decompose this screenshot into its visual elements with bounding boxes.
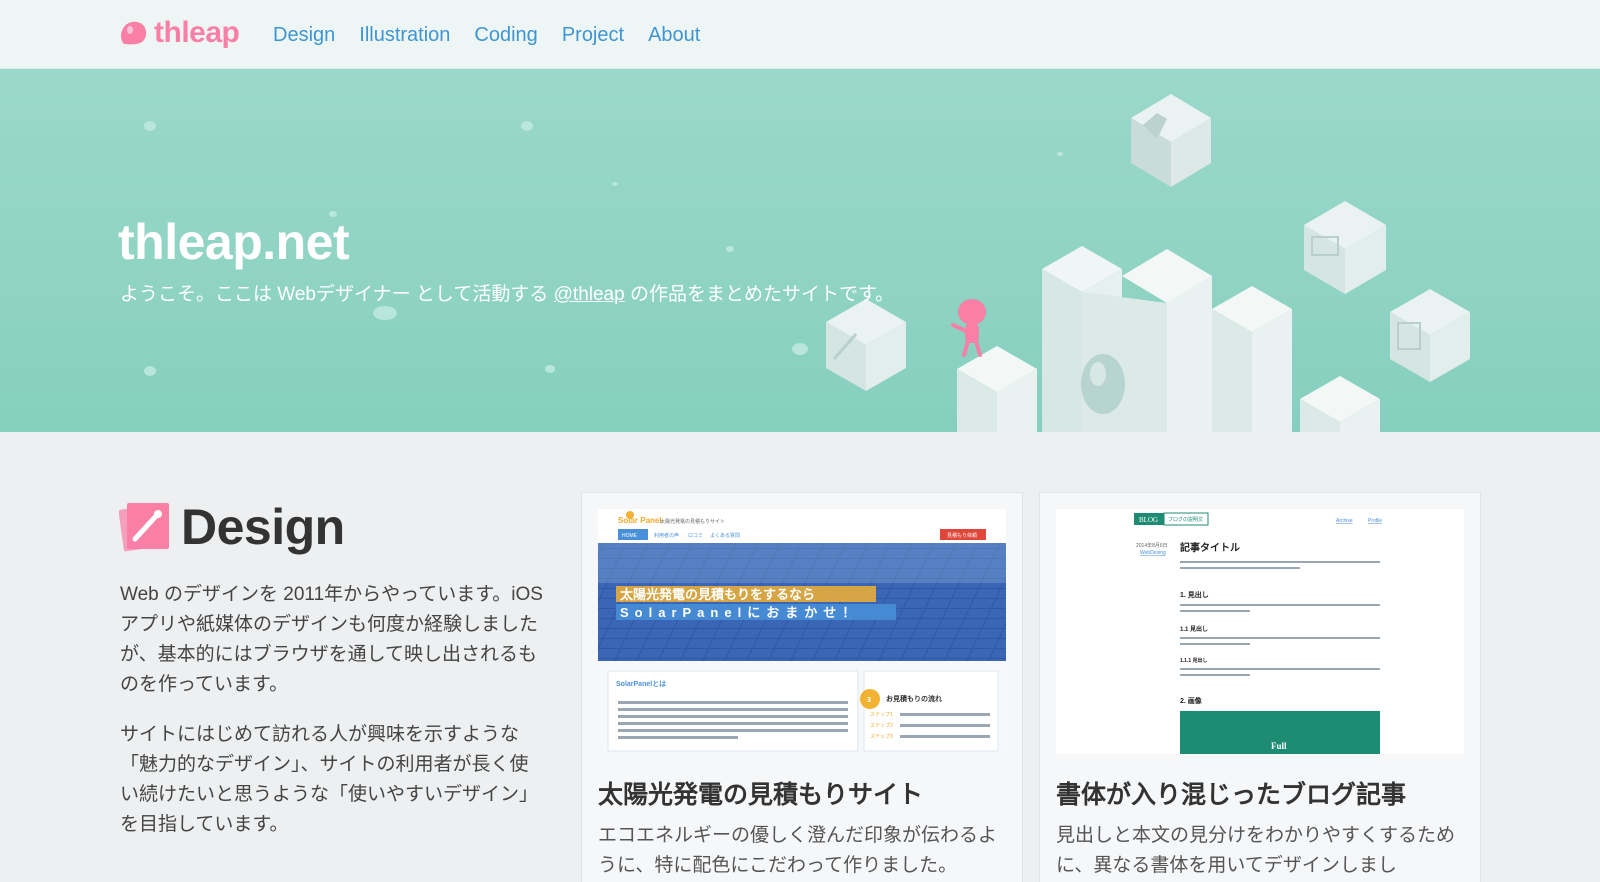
svg-text:1.1 見出し: 1.1 見出し [1180,625,1208,633]
thleap-logo-icon [121,21,147,45]
card-title: 太陽光発電の見積もりサイト [598,781,924,809]
svg-text:よくある質問: よくある質問 [710,532,740,539]
svg-text:BLOG: BLOG [1139,516,1158,524]
svg-text:SolarPanelにおまかせ！: SolarPanelにおまかせ！ [620,605,861,620]
hero-subtitle-text-end: の作品をまとめたサイトです。 [624,284,895,305]
solar-thumbnail-image: Solar Panel 太陽光発電の見積もりサイト HOME 利用者の声 ロコミ… [598,509,1006,754]
card-title: 書体が入り混じったブログ記事 [1056,781,1407,809]
svg-text:ステップ2: ステップ2 [870,723,893,729]
hero-subtitle-text: ようこそ。ここは Webデザイナー として活動する [120,284,554,305]
design-title: Design [181,499,345,555]
work-card-solar[interactable]: Solar Panel 太陽光発電の見積もりサイト HOME 利用者の声 ロコミ… [582,493,1022,882]
svg-text:1.1.1 見出し: 1.1.1 見出し [1180,657,1208,664]
cube-paint [1131,94,1211,187]
card-description: エコエネルギーの優しく澄んだ印象が伝わるように、特に配色にこだわって作りました。 [598,825,998,876]
twitter-handle-link[interactable]: @thleap [554,284,625,305]
nav-coding[interactable]: Coding [474,24,537,47]
svg-text:利用者の声: 利用者の声 [654,532,679,539]
svg-text:HOME: HOME [622,533,638,539]
svg-text:WebDesing: WebDesing [1140,550,1166,556]
hero-subtitle: ようこそ。ここは Webデザイナー として活動する @thleap の作品をまと… [120,279,894,306]
design-paragraph-1: Web のデザインを 2011年からやっています。iOS アプリや紙媒体のデザイ… [120,584,543,695]
solar-site-name: Solar Panel [618,516,662,525]
cube-code [1304,201,1386,294]
cube-pencil [826,299,906,391]
svg-text:太陽光発電の見積もりをするなら: 太陽光発電の見積もりをするなら [619,587,815,602]
svg-text:見積もり依頼: 見積もり依頼 [947,532,977,539]
svg-text:2014年8月6日: 2014年8月6日 [1136,542,1168,549]
design-paragraph-2: サイトにはじめて訪れる人が興味を示すような「魅力的なデザイン」、サイトの利用者が… [120,724,539,835]
svg-text:2. 画像: 2. 画像 [1180,696,1203,705]
solar-thumbnail: Solar Panel 太陽光発電の見積もりサイト HOME 利用者の声 ロコミ… [598,509,1006,754]
nav-about[interactable]: About [648,24,700,47]
hero-banner: thleap.net ようこそ。ここは Webデザイナー として活動する @th… [0,69,1600,432]
svg-text:Archive: Archive [1336,518,1353,524]
main-nav: Design Illustration Coding Project About [273,24,724,47]
svg-text:太陽光発電の見積もりサイト: 太陽光発電の見積もりサイト [660,518,725,525]
svg-text:お見積もりの流れ: お見積もりの流れ [886,694,942,703]
card-description: 見出しと本文の見分けをわかりやすくするために、異なる書体を用いてデザインしまし [1056,825,1456,876]
svg-text:ブログの説明文: ブログの説明文 [1168,516,1203,523]
cube-doc [1390,289,1470,382]
design-heading: Design [119,498,345,556]
hero-title: thleap.net [118,214,350,270]
svg-text:SolarPanelとは: SolarPanelとは [616,680,666,688]
logo-text: thleap [154,16,240,49]
svg-text:ロコミ: ロコミ [688,533,703,539]
svg-text:3: 3 [867,697,871,704]
character-icon [951,299,986,357]
nav-illustration[interactable]: Illustration [359,24,450,47]
svg-text:Profile: Profile [1368,518,1382,524]
work-card-blog[interactable]: BLOG ブログの説明文 Archive Profile 2014年8月6日 W… [1040,493,1480,882]
site-header: thleap Design Illustration Coding Projec… [0,0,1600,69]
svg-text:記事タイトル: 記事タイトル [1180,541,1240,554]
svg-text:ステップ1: ステップ1 [870,712,893,718]
svg-text:1. 見出し: 1. 見出し [1180,590,1209,599]
svg-text:Full: Full [1271,741,1287,751]
blog-thumbnail-image: BLOG ブログの説明文 Archive Profile 2014年8月6日 W… [1056,509,1464,754]
blog-thumbnail: BLOG ブログの説明文 Archive Profile 2014年8月6日 W… [1056,509,1464,754]
nav-design[interactable]: Design [273,24,335,47]
nav-project[interactable]: Project [562,24,624,47]
site-logo[interactable]: thleap [118,16,240,50]
design-pen-icon [119,503,169,552]
svg-text:ステップ3: ステップ3 [870,734,893,740]
